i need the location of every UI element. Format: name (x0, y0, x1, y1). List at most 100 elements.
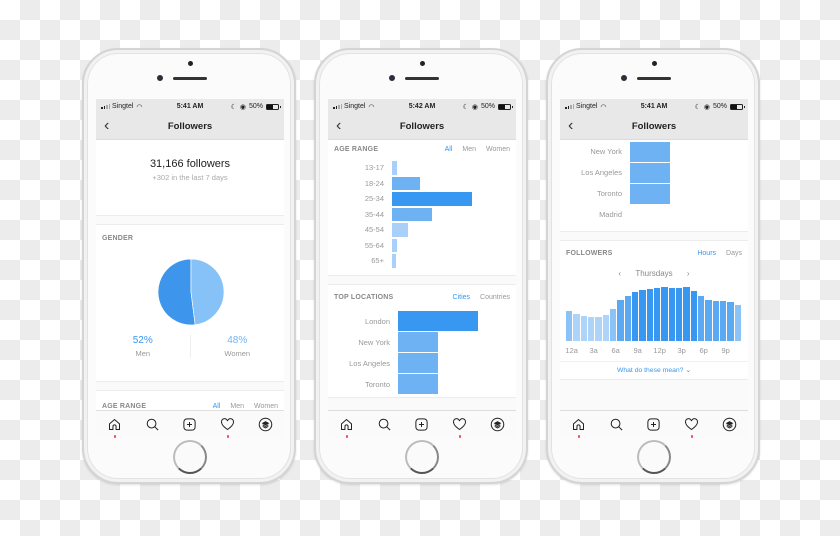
content-scroll[interactable]: New York Los Angeles Toronto Madrid FOLLOWE… (560, 140, 748, 410)
battery-icon (730, 103, 745, 110)
hour-bar-23 (734, 304, 741, 341)
hour-tick-label: 12a (565, 346, 578, 355)
age-row: 55-64 (328, 238, 516, 254)
age-category-label: 55-64 (364, 240, 384, 250)
hour-bar-13 (661, 287, 668, 341)
locations-filter-countries[interactable]: Countries (480, 294, 510, 301)
alarm-icon: ◉ (239, 103, 246, 111)
tab-search[interactable] (606, 415, 626, 435)
tab-activity[interactable] (450, 415, 470, 438)
front-camera (188, 61, 193, 66)
heart-icon (452, 417, 467, 432)
age-category-label: 65+ (371, 256, 384, 266)
hour-tick-label: 3p (677, 346, 686, 355)
age-category-label: 18-24 (364, 178, 384, 188)
content-scroll[interactable]: AGE RANGE All Men Women 13-17 18-24 25-34 3… (328, 140, 516, 410)
next-day-button[interactable]: › (687, 269, 690, 278)
age-filter-men[interactable]: Men (462, 146, 476, 153)
tab-home[interactable] (105, 415, 125, 438)
home-hardware-button[interactable] (405, 440, 439, 474)
wifi-icon: ◠ (368, 103, 375, 111)
tab-home[interactable] (337, 415, 357, 438)
locations-filter-cities[interactable]: Cities (453, 294, 471, 301)
hour-bar-14 (668, 287, 675, 341)
home-icon (571, 417, 586, 432)
location-bar-los-angeles (398, 353, 438, 373)
carrier-name: Singtel (576, 103, 598, 110)
tab-search[interactable] (374, 415, 394, 435)
tab-activity[interactable] (682, 415, 702, 438)
tab-new-post[interactable] (412, 415, 432, 435)
proximity-sensor (389, 75, 395, 81)
tab-profile[interactable] (719, 415, 739, 435)
hour-bar-11 (646, 288, 653, 341)
location-label: New York (590, 147, 622, 156)
location-bar-new-york (398, 332, 438, 352)
back-button[interactable]: ‹ (336, 117, 341, 135)
hour-tick-label: 3a (589, 346, 598, 355)
tab-new-post[interactable] (644, 415, 664, 435)
age-filter-women[interactable]: Women (254, 403, 278, 410)
hour-bar-15 (676, 287, 683, 341)
men-percent: 52% (132, 335, 153, 346)
top-locations-card-scrolled: New York Los Angeles Toronto Madrid (560, 140, 748, 232)
location-bar-toronto (630, 183, 670, 204)
page-title: Followers (167, 121, 213, 132)
prev-day-button[interactable]: ‹ (618, 269, 621, 278)
home-hardware-button[interactable] (637, 440, 671, 474)
profile-stack-icon (258, 417, 273, 432)
location-label: New York (358, 337, 390, 347)
tab-new-post[interactable] (180, 415, 200, 435)
back-button[interactable]: ‹ (104, 117, 109, 135)
home-hardware-button[interactable] (173, 440, 207, 474)
age-filter-all[interactable]: All (445, 146, 453, 153)
activity-filter-hours[interactable]: Hours (697, 250, 716, 257)
content-scroll[interactable]: 31,166 followers +302 in the last 7 days… (96, 140, 284, 410)
hour-bar-16 (683, 287, 690, 341)
hour-bar-12 (654, 287, 661, 341)
tab-bar (328, 410, 516, 438)
hour-bar-10 (639, 290, 646, 341)
status-bar: Singtel ◠ 5:41 AM ☾ ◉ 50% (96, 99, 284, 114)
location-row: Los Angeles (560, 162, 748, 183)
age-bar-13-17 (392, 161, 397, 175)
gender-card: GENDER 52% Men 48% Women (96, 224, 284, 382)
page-title: Followers (399, 121, 445, 132)
top-locations-bar-chart: New York Los Angeles Toronto Madrid (560, 140, 748, 225)
alarm-icon: ◉ (471, 103, 478, 111)
front-camera (420, 61, 425, 66)
tab-profile[interactable] (255, 415, 275, 435)
notification-dot (113, 435, 117, 438)
nav-bar: ‹ Followers (560, 114, 748, 140)
selected-day: Thursdays (635, 269, 673, 278)
hour-tick-label: 9p (721, 346, 730, 355)
hour-bar-0 (566, 311, 573, 341)
age-filter-women[interactable]: Women (486, 146, 510, 153)
nav-bar: ‹ Followers (328, 114, 516, 140)
hour-tick-label: 9a (633, 346, 642, 355)
tab-home[interactable] (569, 415, 589, 438)
tab-search[interactable] (142, 415, 162, 435)
age-bar-25-34 (392, 192, 472, 206)
back-button[interactable]: ‹ (568, 117, 573, 135)
hour-bar-2 (580, 315, 587, 341)
tab-profile[interactable] (487, 415, 507, 435)
profile-stack-icon (722, 417, 737, 432)
status-bar: Singtel ◠ 5:41 AM ☾ ◉ 50% (560, 99, 748, 114)
age-range-section-label: AGE RANGE (334, 145, 379, 153)
tab-activity[interactable] (218, 415, 238, 438)
location-label: London (364, 316, 390, 326)
battery-icon (266, 103, 281, 110)
what-do-these-mean-link[interactable]: What do these mean? ⌄ (560, 361, 748, 379)
age-filter-men[interactable]: Men (230, 403, 244, 410)
men-label: Men (135, 349, 151, 358)
age-row: 65+ (328, 253, 516, 269)
followers-activity-label: FOLLOWERS (566, 249, 613, 257)
activity-filter-days[interactable]: Days (726, 250, 742, 257)
battery-icon (498, 103, 513, 110)
hour-bar-19 (705, 299, 712, 341)
age-filter-all[interactable]: All (213, 403, 221, 410)
tab-bar (96, 410, 284, 438)
age-bar-55-64 (392, 238, 397, 252)
page-title: Followers (631, 121, 677, 132)
